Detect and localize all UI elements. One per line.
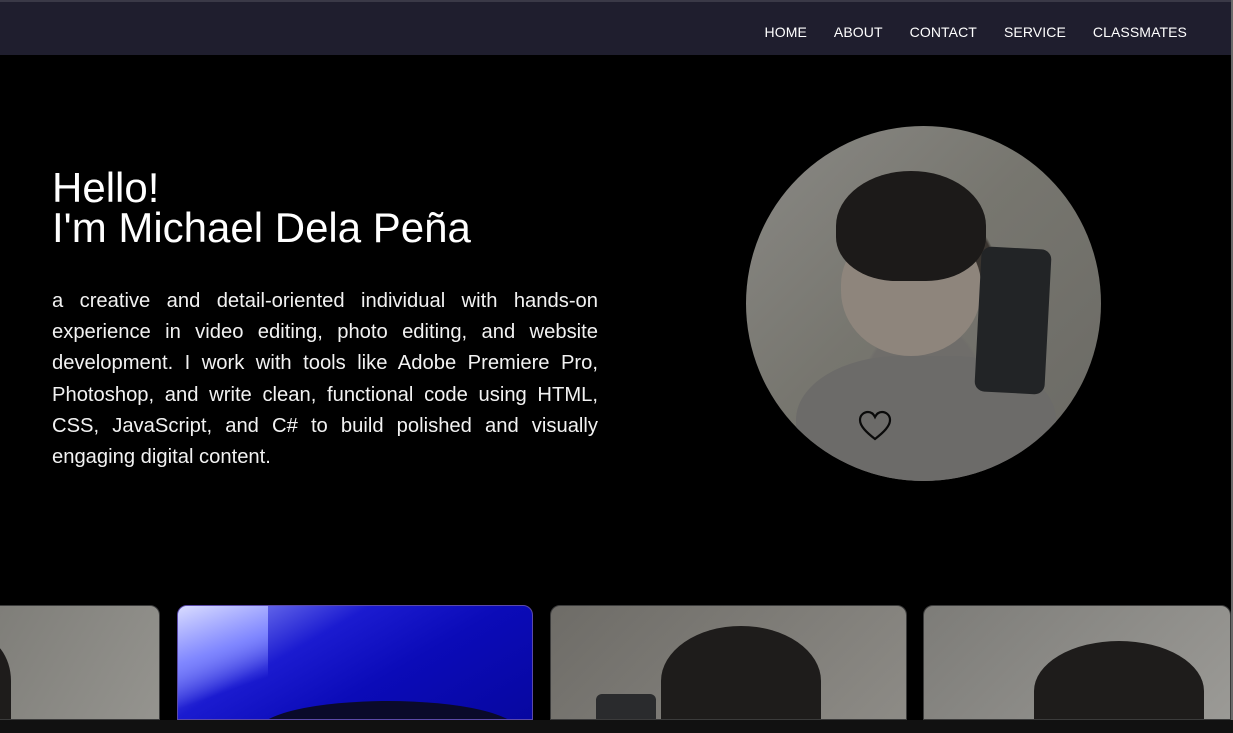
gallery-card-3[interactable] bbox=[550, 605, 907, 720]
nav-links: HOME ABOUT CONTACT SERVICE CLASSMATES bbox=[765, 24, 1188, 40]
bottom-strip bbox=[0, 720, 1233, 733]
heart-icon[interactable] bbox=[858, 410, 892, 442]
hero-section: Hello! I'm Michael Dela Peña a creative … bbox=[52, 167, 598, 473]
top-navbar: HOME ABOUT CONTACT SERVICE CLASSMATES bbox=[0, 0, 1231, 55]
profile-photo bbox=[746, 126, 1101, 481]
nav-link-classmates[interactable]: CLASSMATES bbox=[1093, 24, 1187, 40]
nav-link-contact[interactable]: CONTACT bbox=[910, 24, 977, 40]
hero-name: I'm Michael Dela Peña bbox=[52, 204, 471, 251]
gallery-card-2[interactable] bbox=[177, 605, 533, 720]
profile-photo-hair bbox=[836, 171, 986, 281]
gallery-card-2-shadow bbox=[258, 701, 518, 719]
hero-description: a creative and detail-oriented individua… bbox=[52, 290, 598, 469]
nav-link-home[interactable]: HOME bbox=[765, 24, 807, 40]
hero-title: Hello! I'm Michael Dela Peña bbox=[52, 167, 598, 251]
nav-link-service[interactable]: SERVICE bbox=[1004, 24, 1066, 40]
gallery-card-4[interactable] bbox=[923, 605, 1231, 720]
gallery-card-3-hair bbox=[661, 626, 821, 719]
gallery-card-1[interactable] bbox=[0, 605, 160, 720]
gallery-card-4-hair bbox=[1034, 641, 1204, 719]
gallery-card-1-hair bbox=[0, 636, 11, 719]
gallery-card-2-light bbox=[178, 606, 268, 719]
profile-photo-phone bbox=[974, 246, 1052, 395]
nav-link-about[interactable]: ABOUT bbox=[834, 24, 883, 40]
gallery-card-3-phone bbox=[596, 694, 656, 719]
